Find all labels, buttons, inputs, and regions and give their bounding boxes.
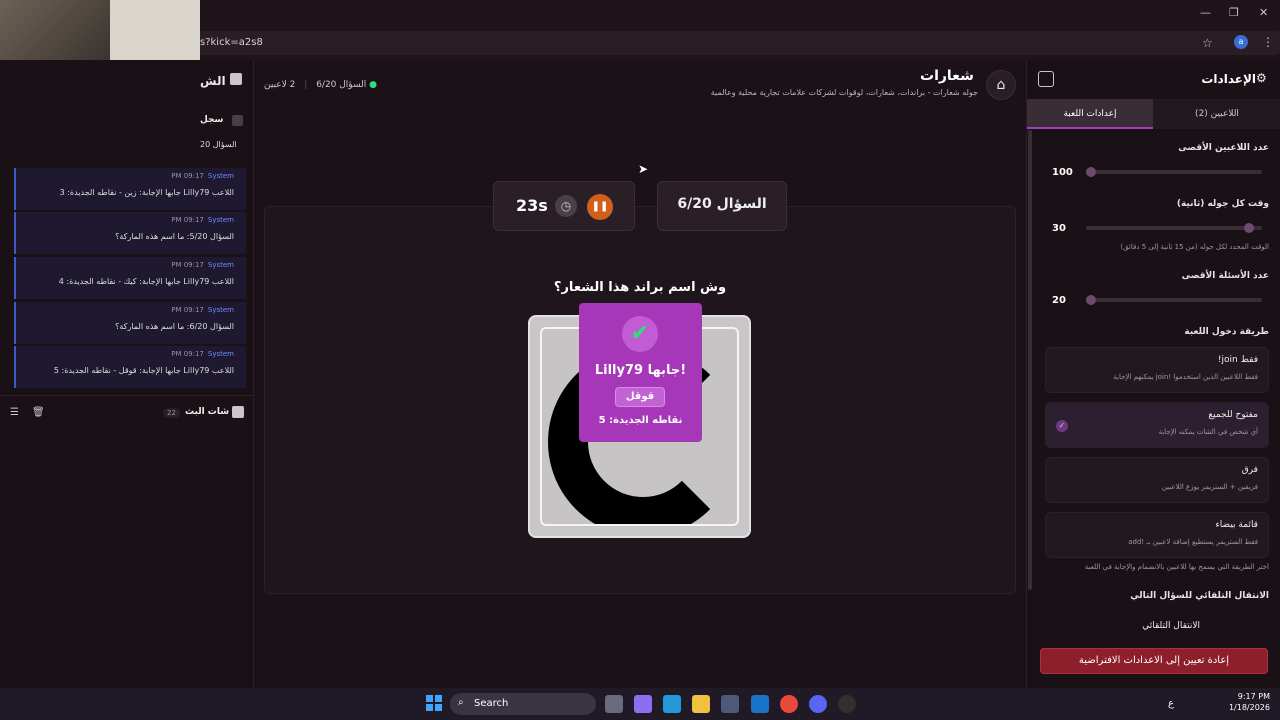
- search-icon: ⌕: [458, 697, 464, 708]
- join-hint: اختر الطريقة التي يسمح بها للاعبين بالان…: [1084, 563, 1269, 571]
- system-log-meta: PM 09:17 System: [171, 306, 234, 314]
- log-title: سجل: [200, 115, 224, 125]
- chat-title: شات البث: [185, 407, 230, 417]
- check-icon: ✔: [622, 316, 658, 352]
- system-log-item: PM 09:17 System اللاعب Lilly79 جابها الإجا…: [14, 168, 246, 210]
- auto-next-option[interactable]: الانتقال التلقائي: [1142, 621, 1200, 631]
- taskbar-search[interactable]: Search: [450, 693, 596, 715]
- mouse-cursor-icon: ➤: [638, 162, 649, 176]
- join-method-label: طريقة دخول اللعبة: [1184, 327, 1269, 337]
- close-icon[interactable]: ✕: [1259, 6, 1268, 19]
- system-log-text: اللاعب Lilly79 جابها الإجابة: قوقل - نقا…: [53, 366, 234, 375]
- log-first-line: السؤال 20: [200, 140, 237, 149]
- task-view-icon[interactable]: [605, 695, 623, 713]
- copilot-icon[interactable]: [634, 695, 652, 713]
- join-option-join-only[interactable]: !join فقط فقط اللاعبين الذين استخدموا !j…: [1045, 347, 1269, 393]
- language-indicator[interactable]: ع: [1168, 698, 1174, 709]
- gear-icon: ⚙: [1256, 71, 1267, 85]
- max-questions-label: عدد الأسئلة الأقصى: [1181, 271, 1269, 281]
- address-bar[interactable]: [198, 31, 1280, 55]
- settings-title: الإعدادات: [1201, 72, 1256, 86]
- settings-scrollbar[interactable]: [1028, 130, 1032, 590]
- system-log-text: السؤال 5/20: ما اسم هذه الماركة؟: [115, 232, 234, 241]
- system-log-meta: PM 09:17 System: [171, 261, 234, 269]
- maximize-icon[interactable]: ❐: [1229, 6, 1239, 19]
- system-log-item: PM 09:17 System السؤال 5/20: ما اسم هذه ال…: [14, 212, 246, 254]
- max-questions-value: 20: [1052, 295, 1066, 306]
- slider-thumb[interactable]: [1086, 167, 1096, 177]
- tab-game-settings[interactable]: إعدادات اللعبة: [1027, 99, 1153, 129]
- join-option-teams[interactable]: فرق فريقين + الستريمر يوزع اللاعبين: [1045, 457, 1269, 503]
- game-subtitle: جوله شعارات - براندات، شعارات، لوقوات لش…: [710, 88, 978, 97]
- settings-tabs: إعدادات اللعبة اللاعبين (2): [1027, 99, 1280, 129]
- round-time-value: 30: [1052, 223, 1066, 234]
- auto-next-label: الانتقال التلقائي للسؤال التالي: [1130, 591, 1269, 601]
- log-icon: [232, 115, 243, 126]
- bookmark-star-icon[interactable]: ☆: [1202, 36, 1213, 50]
- max-players-slider[interactable]: [1086, 167, 1262, 177]
- game-status: السؤال 6/20 | 2 لاعبين ●: [264, 80, 377, 90]
- timer-value: 23s: [516, 196, 548, 215]
- edge-icon[interactable]: [663, 695, 681, 713]
- join-option-whitelist[interactable]: قائمة بيضاء فقط الستريمر يستطيع إضافة لا…: [1045, 512, 1269, 558]
- reset-defaults-button[interactable]: إعادة تعيين إلى الاعدادات الافتراضية: [1040, 648, 1268, 674]
- store-icon[interactable]: [721, 695, 739, 713]
- system-log-item: PM 09:17 System اللاعب Lilly79 جابها الإجا…: [14, 257, 246, 299]
- slider-thumb[interactable]: [1243, 223, 1254, 233]
- outlook-icon[interactable]: [751, 695, 769, 713]
- windows-start-icon[interactable]: [426, 695, 442, 711]
- chat-bubble-icon: [230, 73, 242, 85]
- app-icon[interactable]: [838, 695, 856, 713]
- round-time-slider[interactable]: [1086, 223, 1262, 233]
- system-log-text: السؤال 6/20: ما اسم هذه الماركة؟: [115, 322, 234, 331]
- chat-count-badge: 22: [163, 408, 180, 418]
- slider-thumb[interactable]: [1086, 295, 1096, 305]
- system-log-text: اللاعب Lilly79 جابها الإجابة: زين - نقاط…: [59, 188, 234, 197]
- question-counter: السؤال 6/20: [657, 181, 787, 231]
- system-log-meta: PM 09:17 System: [171, 216, 234, 224]
- check-icon: ✓: [1056, 420, 1068, 432]
- max-players-label: عدد اللاعبين الأقصى: [1178, 143, 1269, 153]
- points-text: نقاطه الجديدة: 5: [598, 415, 683, 426]
- max-questions-slider[interactable]: [1086, 295, 1262, 305]
- collapse-panel-icon[interactable]: [1038, 71, 1054, 87]
- game-title: شعارات: [920, 68, 974, 84]
- system-log-text: اللاعب Lilly79 جابها الإجابة: كيك - نقاط…: [58, 277, 234, 286]
- online-dot-icon: ●: [369, 80, 377, 90]
- round-time-label: وقت كل جوله (ثانية): [1176, 199, 1269, 209]
- system-log-item: PM 09:17 System اللاعب Lilly79 جابها الإجا…: [14, 346, 246, 388]
- join-option-open[interactable]: مفتوح للجميع أي شخص في الشات يمكنه الإجا…: [1045, 402, 1269, 448]
- browser-menu-icon[interactable]: ⋮: [1262, 35, 1274, 49]
- timer-card: 23s ◷ ❚❚: [493, 181, 635, 231]
- discord-icon[interactable]: [809, 695, 827, 713]
- clock-icon: ◷: [555, 195, 577, 217]
- question-text: وش اسم براند هذا الشعار؟: [553, 280, 727, 295]
- players-status: 2 لاعبين: [264, 80, 296, 90]
- answer-pill: قوقل: [615, 387, 665, 407]
- filter-icon[interactable]: ☰: [10, 407, 19, 418]
- system-log-item: PM 09:17 System السؤال 6/20: ما اسم هذه ال…: [14, 302, 246, 344]
- home-button[interactable]: ⌂: [986, 70, 1016, 100]
- url-text[interactable]: s?kick=a2s8: [200, 37, 263, 48]
- correct-answer-card: ✔ Lilly79 جابها! قوقل نقاطه الجديدة: 5: [579, 303, 702, 442]
- chat-bubble-icon: [232, 406, 244, 418]
- chrome-icon[interactable]: [780, 695, 798, 713]
- system-log-meta: PM 09:17 System: [171, 350, 234, 358]
- file-explorer-icon[interactable]: [692, 695, 710, 713]
- system-log-meta: PM 09:17 System: [171, 172, 234, 180]
- left-panel-title: الش: [200, 74, 226, 88]
- trash-icon[interactable]: 🗑: [32, 407, 45, 418]
- taskbar-clock[interactable]: 9:17 PM 1/18/2026: [1224, 691, 1270, 713]
- correct-title: Lilly79 جابها!: [594, 363, 687, 378]
- pause-button[interactable]: ❚❚: [587, 194, 613, 220]
- question-status: السؤال 6/20: [316, 80, 367, 90]
- profile-avatar[interactable]: a: [1234, 35, 1248, 49]
- minimize-icon[interactable]: —: [1200, 6, 1211, 19]
- round-time-hint: الوقت المحدد لكل جوله (من 15 ثانية إلى 5…: [1120, 243, 1269, 251]
- max-players-value: 100: [1052, 167, 1073, 178]
- tab-players[interactable]: اللاعبين (2): [1154, 99, 1280, 129]
